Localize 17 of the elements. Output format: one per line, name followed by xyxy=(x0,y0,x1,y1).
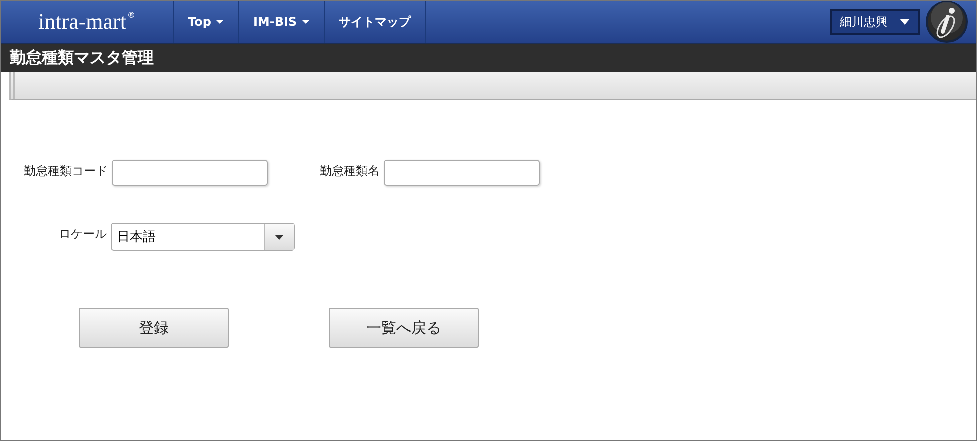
input-field[interactable] xyxy=(384,160,540,186)
info-icon[interactable] xyxy=(926,1,968,43)
input-field[interactable] xyxy=(112,160,268,186)
action-button[interactable]: 登録 xyxy=(79,308,229,348)
locale-dropdown[interactable]: 日本語 xyxy=(111,223,295,251)
page-title: 勤怠種類マスタ管理 xyxy=(10,48,154,68)
registered-mark: ® xyxy=(127,11,136,20)
menu-item[interactable]: サイトマップ xyxy=(324,1,426,43)
field-label: ロケール xyxy=(59,226,107,243)
field-label: 勤怠種類名 xyxy=(320,163,380,180)
user-menu-button[interactable]: 細川忠興 xyxy=(830,9,920,35)
menu-item[interactable]: IM-BIS xyxy=(238,1,324,43)
menu-item[interactable]: Top xyxy=(173,1,238,43)
action-button[interactable]: 一覧へ戻る xyxy=(329,308,479,348)
logo[interactable]: intra-mart xyxy=(38,9,126,35)
field-label: 勤怠種類コード xyxy=(24,163,108,180)
caret-icon xyxy=(275,234,284,240)
